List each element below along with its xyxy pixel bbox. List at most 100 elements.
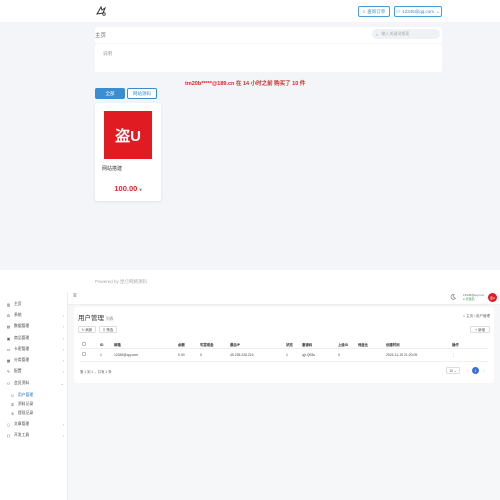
user-icon: ⚇ (10, 394, 15, 398)
tab-all[interactable]: 全部 (95, 88, 125, 99)
product-price: 100.00 ¥ (95, 184, 161, 193)
sidebar-item-7[interactable]: ⚇ 会员资料 ⌄ (6, 381, 64, 386)
sidebar-item-4[interactable]: ▭ 卡密管理 ‹ (6, 347, 64, 352)
admin-breadcrumb: ⌂ 主页 / 用户管理 (462, 314, 490, 318)
admin-user-info[interactable]: 12345@qq.com ● 管理员 (463, 293, 484, 301)
sidebar-item-label: 商品管理 (14, 336, 30, 340)
admin-user-role-label: 管理员 (465, 297, 475, 301)
doc-icon: ▯ (7, 423, 10, 427)
product-name: 网站搭建 (102, 166, 123, 172)
purchase-ticker: tm20b*****@189.cn 在 14 小时之前 购买了 10 件 (185, 79, 305, 87)
sidebar-item-label: 卡密管理 (14, 347, 30, 351)
chevron-icon: ‹ (62, 358, 64, 363)
tab-website-source-label: 网站源码 (133, 90, 151, 96)
table-cell: 0 (336, 348, 356, 362)
user-menu-button[interactable]: ⚇ 12345@qq.com ⌄ (394, 6, 442, 17)
sidebar-item-3[interactable]: ▣ 商品管理 ‹ (6, 336, 64, 341)
chevron-down-icon: ⌄ (453, 368, 457, 373)
checkbox-icon (82, 342, 86, 347)
avatar-text: 盗U (489, 295, 496, 300)
next-page-button[interactable]: › (480, 367, 487, 374)
table-cell: 1 (284, 348, 300, 362)
table-cell: 0 (198, 348, 228, 362)
chart-icon: ▥ (6, 303, 11, 307)
chevron-icon: ‹ (62, 313, 64, 318)
filter-button[interactable]: ⚲ 筛选 (99, 326, 117, 333)
refresh-button[interactable]: ↻ 刷新 (78, 326, 96, 333)
avatar[interactable]: 盗U (488, 293, 497, 302)
code-icon: ⟨⟩ (7, 434, 10, 438)
search-icon: ⌕ (376, 31, 379, 37)
tab-website-source[interactable]: 网站源码 (127, 88, 157, 99)
table-cell: 0.00 (176, 348, 198, 362)
add-label: + 新增 (475, 328, 485, 332)
refresh-icon: ↻ (81, 327, 85, 332)
sidebar-item-9[interactable]: ≣ 资料记录 (10, 402, 64, 407)
box-icon: ▣ (6, 337, 11, 341)
theme-toggle-icon[interactable] (450, 294, 456, 300)
notice-panel: 说明 (95, 44, 442, 72)
chevron-icon: ‹ (62, 369, 64, 374)
sidebar-item-2[interactable]: ▤ 数据管理 ‹ (6, 324, 64, 329)
breadcrumb-home[interactable]: 主页 (95, 31, 106, 39)
sidebar-item-11[interactable]: ▯ 文章管理 ‹ (6, 422, 64, 427)
add-button[interactable]: + 新增 (470, 326, 490, 333)
sidebar-item-5[interactable]: ▦ 分类管理 ‹ (6, 358, 64, 363)
query-orders-label: 查询订单 (367, 8, 386, 14)
chevron-icon: ‹ (62, 336, 64, 341)
row-actions-button[interactable]: ⋮ (450, 348, 488, 362)
sidebar-item-label: 文章管理 (14, 422, 30, 426)
checkbox-icon (82, 352, 86, 356)
chevron-icon: ‹ (62, 433, 64, 438)
sidebar-item-12[interactable]: ⟨⟩ 开发工具 ‹ (6, 433, 64, 438)
menu-toggle-icon[interactable]: ≡ (73, 293, 77, 299)
table-cell (356, 348, 384, 362)
sidebar-item-label: 分类管理 (14, 358, 30, 362)
product-price-value: 100.00 (114, 184, 138, 193)
admin-crumb-home[interactable]: 主页 (466, 314, 473, 318)
sidebar-item-10[interactable]: $ 提现记录 (10, 411, 64, 416)
folder-icon: ▦ (6, 359, 11, 363)
refresh-label: 刷新 (85, 328, 93, 332)
table-cell: 49.235.226.216 (228, 348, 284, 362)
sidebar-item-1[interactable]: ⚙ 系统 ‹ (6, 313, 64, 318)
search-input[interactable]: ⌕ 输入关键词搜索 (372, 29, 440, 39)
chevron-icon: ⌄ (60, 381, 64, 386)
user-email-label: 12345@qq.com (402, 9, 435, 14)
page-size-value: 10 (449, 368, 453, 373)
money-icon: $ (11, 411, 14, 416)
list-icon: ≣ (10, 403, 15, 407)
home-icon: ⌂ (462, 314, 466, 318)
prev-page-button[interactable]: ‹ (464, 367, 471, 374)
row-checkbox[interactable] (80, 348, 98, 362)
query-orders-button[interactable]: ⌕ 查询订单 (358, 6, 390, 17)
table-cell: 2024-11-19 21:20:09 (384, 348, 450, 362)
database-icon: ▤ (6, 325, 11, 329)
chevron-icon: ‹ (62, 422, 64, 427)
sidebar-item-8[interactable]: ⚇ 用户管理 (10, 393, 64, 398)
sidebar-item-label: 开发工具 (14, 433, 30, 437)
chevron-icon: ‹ (62, 347, 64, 352)
table-row[interactable]: 1 12345@qq.com 0.00 0 49.235.226.216 1 q(r.Q93… (80, 348, 488, 362)
ticker-buyer: tm20b*****@189.cn (185, 81, 235, 87)
site-logo-icon[interactable] (95, 5, 107, 17)
product-card[interactable]: 盗U 网站搭建 100.00 ¥ (95, 103, 161, 201)
pager-info: 第 1 到 1 ，共有 1 条 (80, 370, 112, 374)
sidebar-item-0[interactable]: ▥ 主页 (6, 302, 64, 307)
table-body: 1 12345@qq.com 0.00 0 49.235.226.216 1 q(r.Q93… (80, 348, 488, 362)
user-management-panel: 用户管理 列表 ⌂ 主页 / 用户管理 ↻ 刷新 ⚲ 筛选 + 新增 ID 邮箱 余额… (74, 307, 494, 383)
gear-icon: ⚙ (6, 314, 11, 318)
wrench-icon: ✎ (6, 370, 11, 374)
current-page-label: 1 (474, 368, 477, 373)
product-logo-text: 盗U (115, 127, 141, 145)
page-title-text: 用户管理 (78, 315, 104, 322)
chevron-right-icon: › (482, 368, 485, 373)
table-cell: 1 (98, 348, 112, 362)
user-icon: ⚇ (396, 8, 401, 14)
sidebar-item-6[interactable]: ✎ 配置 ‹ (6, 369, 64, 374)
admin-header (68, 292, 500, 305)
page-title: 用户管理 列表 (78, 312, 114, 322)
ticker-message: 在 14 小时之前 购买了 (234, 81, 293, 87)
page-size-select[interactable]: 10 ⌄ (446, 367, 460, 374)
page-button-current[interactable]: 1 (472, 367, 479, 374)
